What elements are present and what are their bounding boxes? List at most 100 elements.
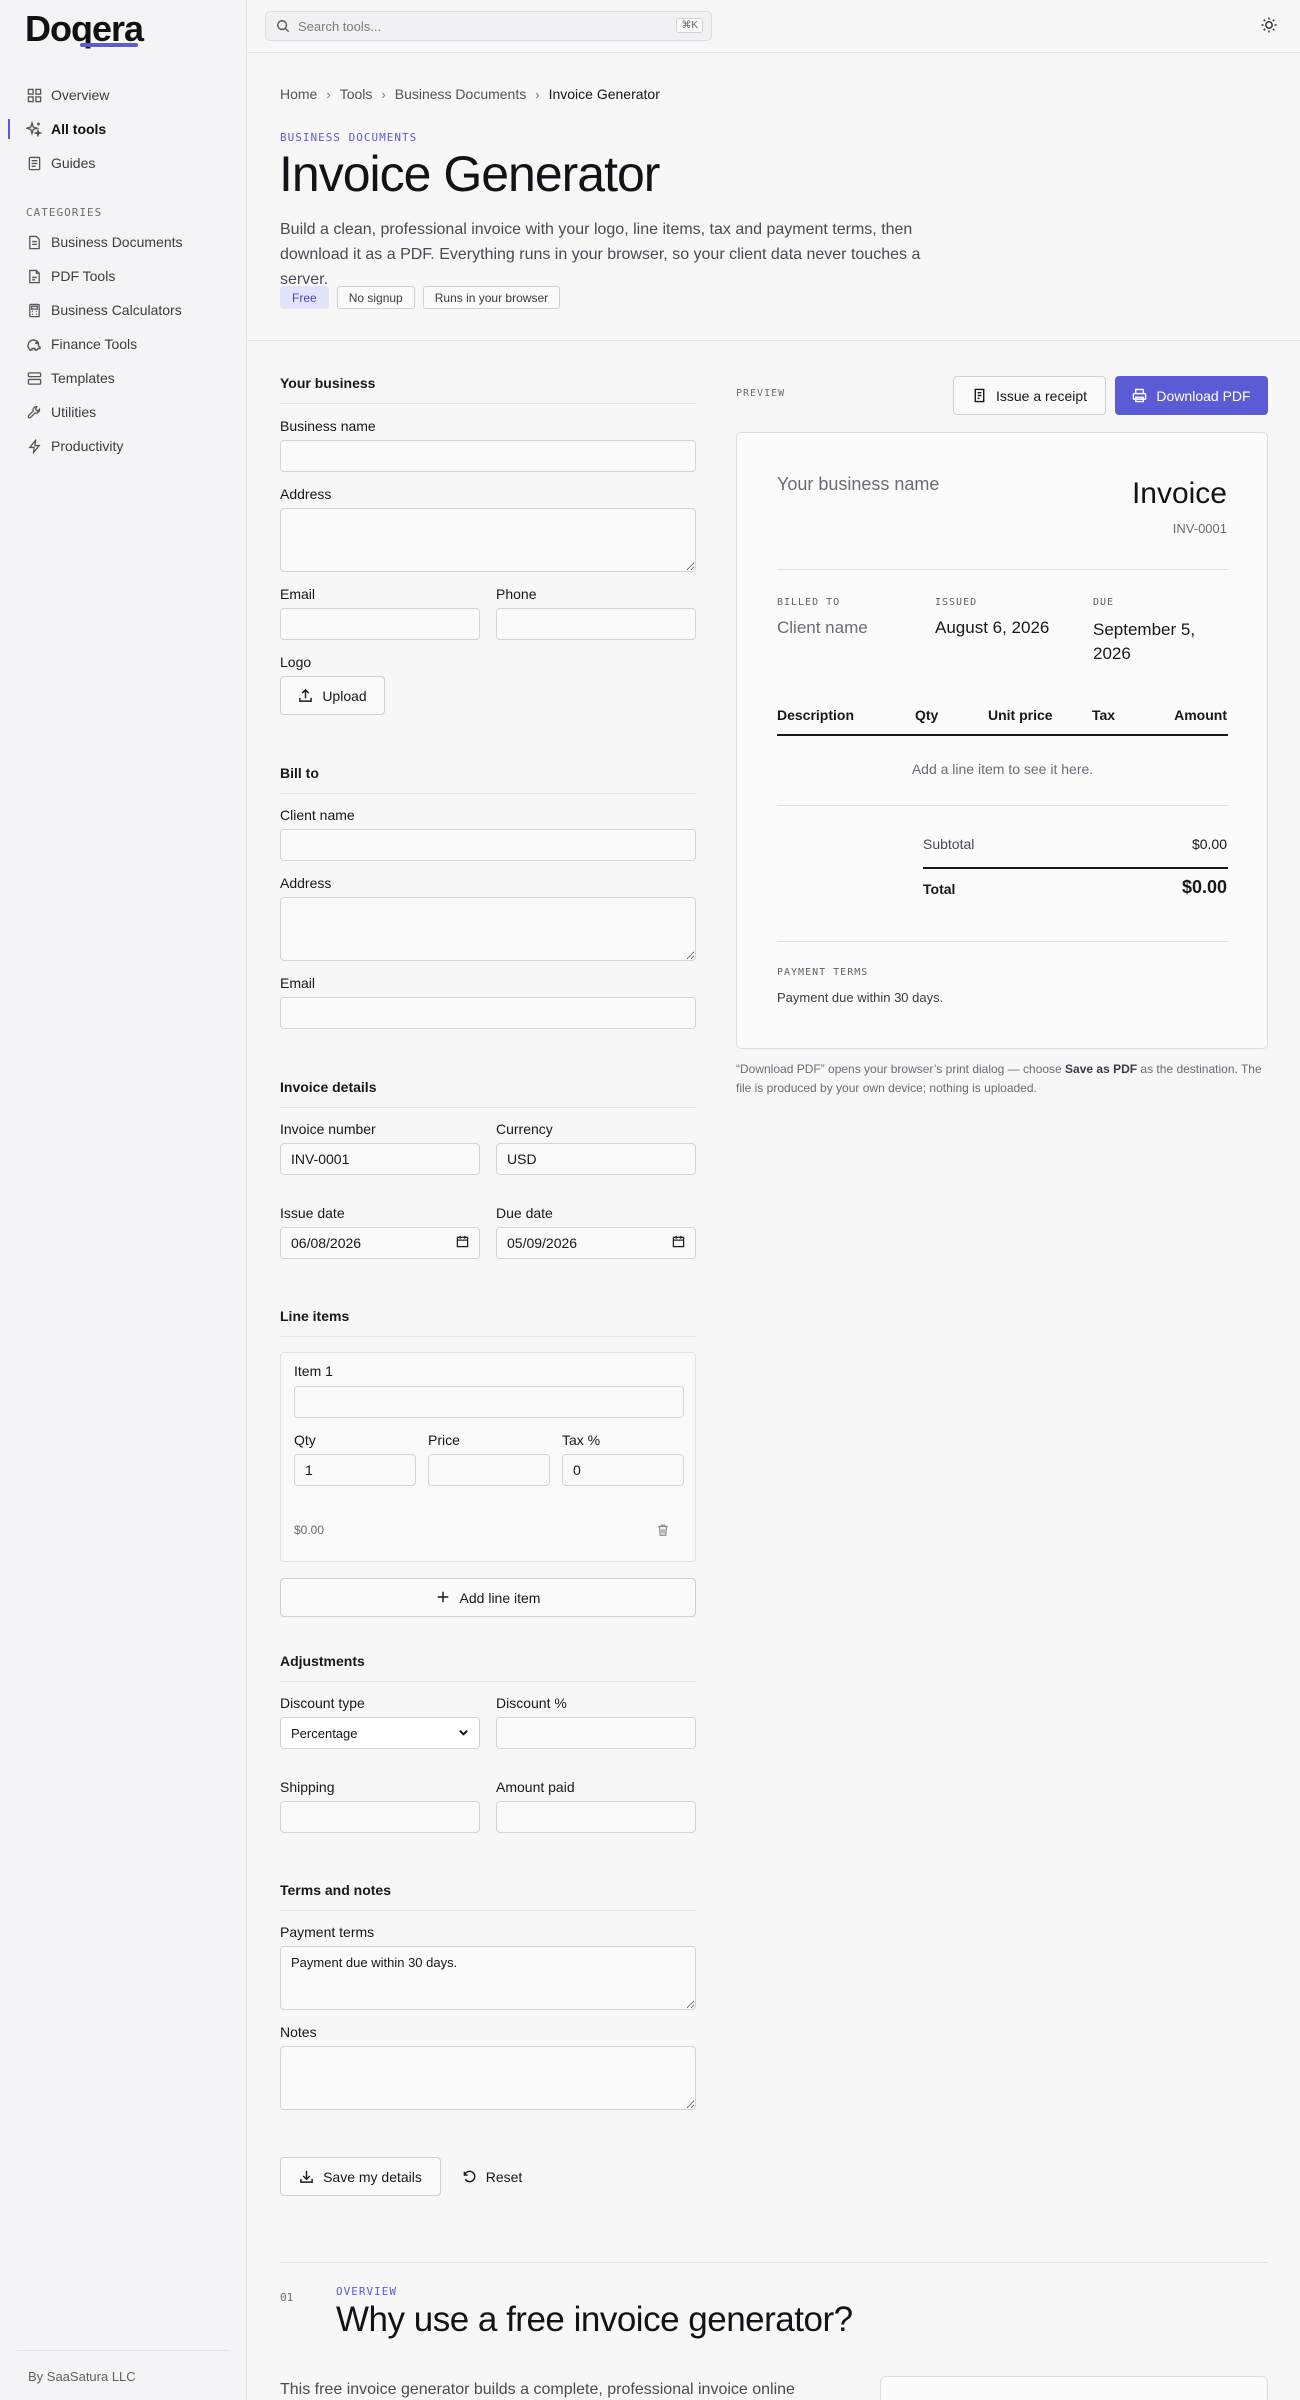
upload-label: Upload	[322, 687, 367, 704]
due-date-label: Due date	[496, 1205, 553, 1221]
business-phone-input[interactable]	[496, 608, 696, 640]
business-name-input[interactable]	[280, 440, 696, 472]
badge-free: Free	[280, 286, 329, 309]
calendar-icon	[672, 1235, 685, 1251]
currency-label: Currency	[496, 1121, 553, 1137]
business-address-label: Address	[280, 486, 332, 502]
sidebar-item-templates[interactable]: Templates	[0, 361, 247, 395]
sidebar-item-productivity[interactable]: Productivity	[0, 429, 247, 463]
billed-to-caption: BILLED TO	[777, 597, 841, 608]
search-box[interactable]: ⌘K	[265, 11, 712, 41]
download-icon	[299, 2169, 314, 2184]
categories-title: CATEGORIES	[26, 206, 103, 219]
item-description-input[interactable]	[294, 1386, 684, 1418]
shipping-input[interactable]	[280, 1801, 480, 1833]
grid-icon	[26, 87, 42, 103]
discount-label: Discount %	[496, 1695, 567, 1711]
sidebar-item-label: Templates	[51, 370, 115, 386]
breadcrumb-home[interactable]: Home	[280, 86, 317, 102]
client-email-input[interactable]	[280, 997, 696, 1029]
sidebar-item-all-tools[interactable]: All tools	[0, 112, 247, 146]
overview-card	[880, 2376, 1268, 2400]
col-unit-price: Unit price	[988, 707, 1053, 723]
sidebar-item-pdf-tools[interactable]: PDF Tools	[0, 259, 247, 293]
sidebar-item-overview[interactable]: Overview	[0, 78, 247, 112]
pdf-note-part1: “Download PDF” opens your browser’s prin…	[736, 1062, 1066, 1076]
issue-date-value: 06/08/2026	[291, 1235, 362, 1251]
download-pdf-button[interactable]: Download PDF	[1115, 376, 1268, 415]
upload-logo-button[interactable]: Upload	[280, 676, 385, 715]
invoice-number-input[interactable]	[280, 1143, 480, 1175]
calculator-icon	[26, 302, 42, 318]
notes-label: Notes	[280, 2024, 317, 2040]
sidebar-footer: By SaaSatura LLC	[17, 2350, 229, 2384]
payment-terms-textarea[interactable]: Payment due within 30 days.	[280, 1946, 696, 2010]
search-input[interactable]	[298, 18, 658, 34]
sidebar-item-business-documents[interactable]: Business Documents	[0, 225, 247, 259]
preview-client-name: Client name	[777, 618, 868, 637]
chevron-right-icon: ›	[381, 86, 386, 102]
piggy-bank-icon	[26, 336, 42, 352]
section-line-items: Line items	[280, 1308, 696, 1337]
breadcrumb-tools[interactable]: Tools	[340, 86, 373, 102]
tax-input[interactable]	[562, 1454, 684, 1486]
delete-line-button[interactable]	[656, 1523, 672, 1539]
save-details-button[interactable]: Save my details	[280, 2157, 441, 2196]
overview-title: Why use a free invoice generator?	[336, 2300, 853, 2339]
due-date-input[interactable]: 05/09/2026	[496, 1227, 696, 1259]
notes-textarea[interactable]	[280, 2046, 696, 2110]
business-phone-label: Phone	[496, 586, 537, 602]
col-description: Description	[777, 707, 855, 723]
sparkle-icon	[26, 121, 42, 137]
col-qty: Qty	[915, 707, 939, 723]
overview-eyebrow: OVERVIEW	[336, 2285, 397, 2298]
topbar: ⌘K	[247, 0, 1300, 53]
discount-type-value: Percentage	[291, 1725, 358, 1741]
amount-paid-input[interactable]	[496, 1801, 696, 1833]
sidebar-item-label: All tools	[51, 121, 107, 137]
sidebar-item-label: Overview	[51, 87, 110, 103]
sidebar-item-label: Guides	[51, 155, 96, 171]
business-address-textarea[interactable]	[280, 508, 696, 572]
total-label: Total	[923, 881, 956, 897]
section-your-business: Your business	[280, 375, 696, 404]
discount-type-select[interactable]: Percentage	[280, 1717, 480, 1749]
discount-type-label: Discount type	[280, 1695, 365, 1711]
preview-business-name: Your business name	[777, 474, 940, 494]
logo-label: Logo	[280, 654, 312, 670]
pdf-note-bold: Save as PDF	[1065, 1062, 1138, 1076]
preview-label: PREVIEW	[736, 388, 786, 399]
add-line-item-button[interactable]: Add line item	[280, 1578, 696, 1617]
bolt-icon	[26, 438, 42, 454]
currency-input[interactable]	[496, 1143, 696, 1175]
reset-button[interactable]: Reset	[452, 2157, 532, 2196]
issue-receipt-button[interactable]: Issue a receipt	[953, 376, 1106, 415]
sidebar: Doqera Overview All tools Guides CATEGOR…	[0, 0, 247, 2400]
overview-text: This free invoice generator builds a com…	[280, 2381, 795, 2398]
qty-input[interactable]	[294, 1454, 416, 1486]
breadcrumb: Home › Tools › Business Documents › Invo…	[280, 86, 660, 102]
add-line-item-label: Add line item	[459, 1589, 541, 1606]
preview-invoice-number: INV-0001	[1172, 521, 1227, 536]
sidebar-item-utilities[interactable]: Utilities	[0, 395, 247, 429]
issue-date-input[interactable]: 06/08/2026	[280, 1227, 480, 1259]
breadcrumb-business-documents[interactable]: Business Documents	[395, 86, 527, 102]
sidebar-item-guides[interactable]: Guides	[0, 146, 247, 180]
item-label: Item 1	[294, 1363, 333, 1379]
client-address-label: Address	[280, 875, 332, 891]
due-date-value: 05/09/2026	[507, 1235, 578, 1251]
receipt-icon	[972, 388, 987, 403]
client-name-input[interactable]	[280, 829, 696, 861]
sidebar-item-business-calculators[interactable]: Business Calculators	[0, 293, 247, 327]
preview-divider	[777, 569, 1228, 570]
page-lead: Build a clean, professional invoice with…	[280, 221, 921, 288]
discount-input[interactable]	[496, 1717, 696, 1749]
client-address-textarea[interactable]	[280, 897, 696, 961]
total-value: $0.00	[1181, 877, 1227, 897]
business-email-input[interactable]	[280, 608, 480, 640]
tax-label: Tax %	[562, 1432, 601, 1448]
sidebar-item-finance-tools[interactable]: Finance Tools	[0, 327, 247, 361]
theme-toggle-button[interactable]	[1260, 16, 1280, 36]
section-terms-notes: Terms and notes	[280, 1882, 696, 1911]
price-input[interactable]	[428, 1454, 550, 1486]
